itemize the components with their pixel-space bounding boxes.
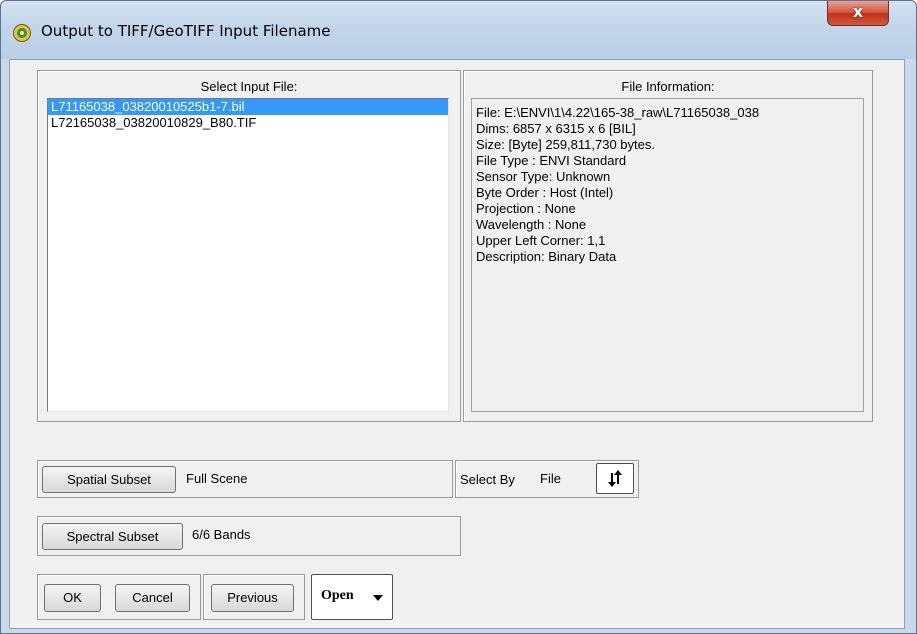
spatial-subset-button[interactable]: Spatial Subset: [42, 466, 176, 493]
list-item[interactable]: L71165038_03820010525b1-7.bil: [48, 99, 448, 115]
input-file-panel: Select Input File: L71165038_03820010525…: [37, 70, 461, 422]
input-file-list[interactable]: L71165038_03820010525b1-7.bil L72165038_…: [47, 98, 449, 412]
chevron-down-icon: [373, 595, 383, 601]
close-icon: x: [852, 2, 864, 21]
spectral-subset-value: 6/6 Bands: [192, 527, 251, 542]
open-label: Open: [321, 588, 354, 603]
file-type-text: File Type : ENVI Standard: [476, 153, 627, 168]
sensor-type-text: Sensor Type: Unknown: [476, 169, 611, 184]
file-information-panel: File Information: File: E:\ENVI\1\4.22\1…: [463, 70, 873, 422]
close-button[interactable]: x: [827, 1, 889, 26]
size-text: Size: [Byte] 259,811,730 bytes.: [476, 137, 655, 152]
cancel-button[interactable]: Cancel: [115, 584, 190, 612]
app-icon: [13, 24, 31, 42]
previous-group: Previous: [203, 574, 305, 620]
spectral-subset-group: Spectral Subset 6/6 Bands: [37, 516, 461, 556]
projection-text: Projection : None: [476, 201, 576, 216]
ok-cancel-group: OK Cancel: [37, 574, 201, 620]
byte-order-text: Byte Order : Host (Intel): [476, 185, 614, 200]
select-by-group: Select By File: [455, 460, 639, 498]
window-title: Output to TIFF/GeoTIFF Input Filename: [41, 22, 331, 40]
input-file-header: Select Input File:: [200, 79, 298, 94]
dialog-window: Output to TIFF/GeoTIFF Input Filename x …: [0, 0, 917, 634]
open-menu-button[interactable]: Open: [311, 574, 393, 620]
sort-toggle-icon: [608, 470, 622, 487]
list-item[interactable]: L72165038_03820010829_B80.TIF: [48, 115, 448, 131]
select-by-value: File: [540, 471, 561, 486]
title-bar[interactable]: Output to TIFF/GeoTIFF Input Filename x: [1, 1, 916, 59]
previous-button[interactable]: Previous: [211, 584, 294, 612]
description-text: Description: Binary Data: [476, 249, 617, 264]
select-by-toggle-button[interactable]: [596, 463, 634, 494]
wavelength-text: Wavelength : None: [476, 217, 587, 232]
spatial-subset-group: Spatial Subset Full Scene: [37, 460, 453, 498]
upper-left-corner-text: Upper Left Corner: 1,1: [476, 233, 606, 248]
spatial-subset-value: Full Scene: [186, 471, 248, 486]
spectral-subset-button[interactable]: Spectral Subset: [42, 523, 183, 550]
select-by-label: Select By: [460, 472, 515, 487]
file-information-box: File: E:\ENVI\1\4.22\165-38_raw\L7116503…: [471, 98, 864, 412]
dialog-body: Select Input File: L71165038_03820010525…: [9, 59, 905, 629]
ok-button[interactable]: OK: [44, 584, 101, 612]
file-information-header: File Information:: [621, 79, 715, 94]
file-path-text: File: E:\ENVI\1\4.22\165-38_raw\L7116503…: [476, 105, 760, 120]
dims-text: Dims: 6857 x 6315 x 6 [BIL]: [476, 121, 636, 136]
